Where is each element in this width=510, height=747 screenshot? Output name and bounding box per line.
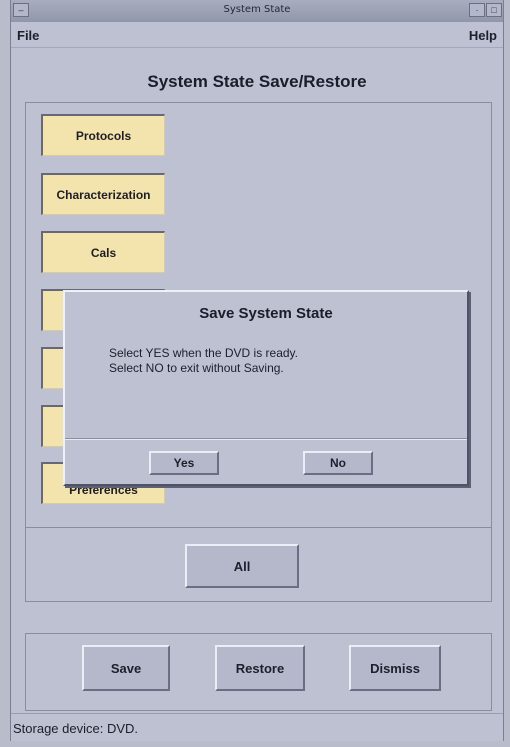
dialog-message: Select YES when the DVD is ready. Select… — [109, 346, 298, 376]
dialog-message-line-2: Select NO to exit without Saving. — [109, 361, 284, 375]
all-button[interactable]: All — [185, 544, 299, 588]
protocols-button[interactable]: Protocols — [41, 114, 165, 156]
menu-file[interactable]: File — [17, 28, 39, 43]
panel-divider — [25, 527, 492, 528]
save-state-dialog: Save System State Select YES when the DV… — [63, 290, 469, 486]
system-state-window: – System State · □ File Help System Stat… — [10, 0, 504, 741]
window-title: System State — [223, 4, 291, 15]
title-bar[interactable]: – System State · □ — [11, 0, 503, 23]
dialog-title: Save System State — [199, 305, 333, 322]
dialog-message-line-1: Select YES when the DVD is ready. — [109, 346, 298, 360]
save-button[interactable]: Save — [82, 645, 170, 691]
restore-button[interactable]: Restore — [215, 645, 305, 691]
yes-button[interactable]: Yes — [149, 451, 219, 475]
status-text: Storage device: DVD. — [13, 721, 139, 736]
menu-bar: File Help — [11, 22, 503, 48]
maximize-icon[interactable]: □ — [486, 3, 502, 17]
no-button[interactable]: No — [303, 451, 373, 475]
dialog-separator — [65, 438, 467, 440]
cals-button[interactable]: Cals — [41, 231, 165, 273]
status-bar: Storage device: DVD. — [11, 713, 503, 742]
characterization-button[interactable]: Characterization — [41, 173, 165, 215]
page-title: System State Save/Restore — [147, 72, 367, 91]
menu-help[interactable]: Help — [469, 28, 497, 43]
dismiss-button[interactable]: Dismiss — [349, 645, 441, 691]
minimize-icon[interactable]: · — [469, 3, 485, 17]
